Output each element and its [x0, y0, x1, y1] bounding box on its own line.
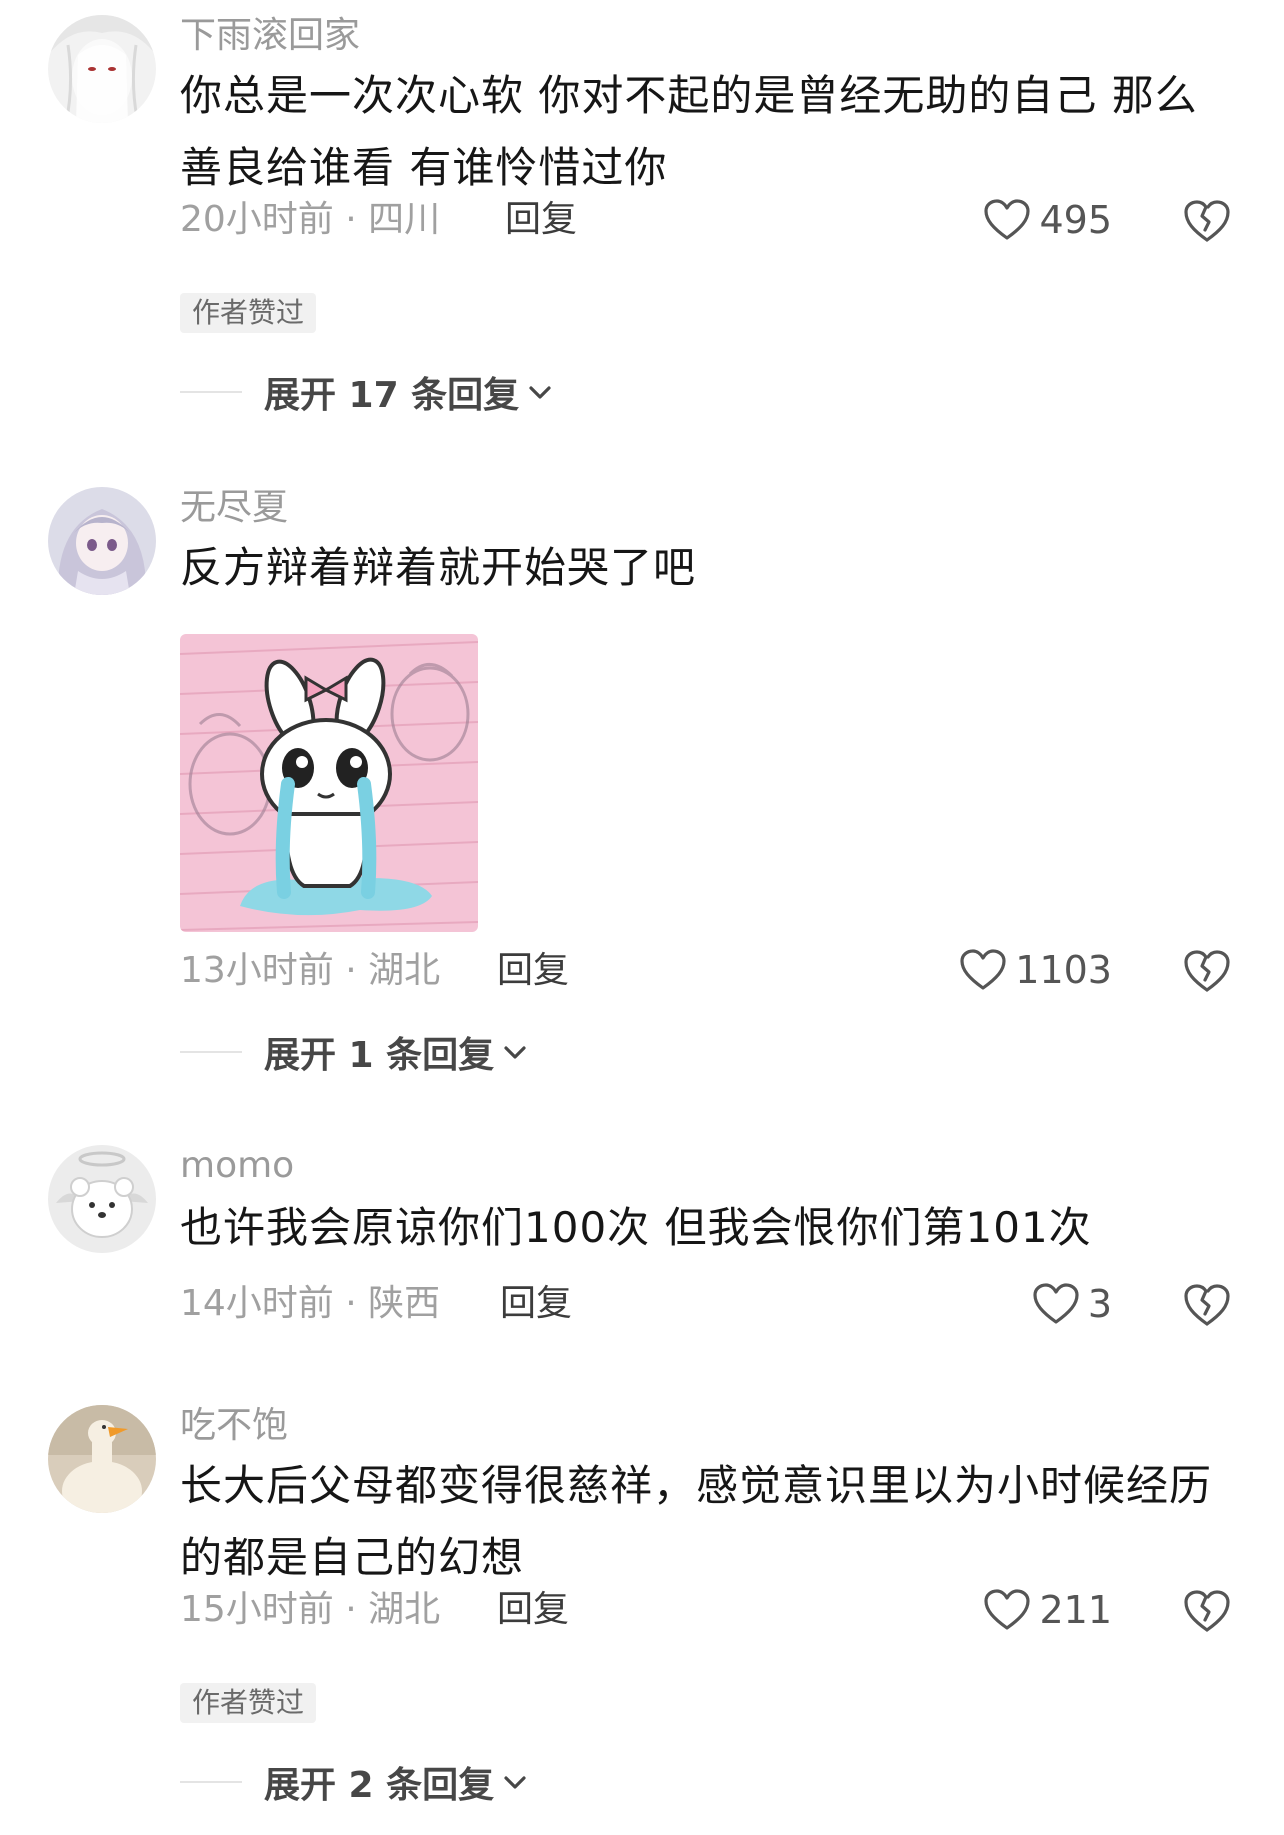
dislike-button[interactable]: [1182, 196, 1232, 246]
comment-location: 陕西: [368, 1283, 441, 1324]
divider-line: [180, 1781, 242, 1783]
comment-time: 20小时前: [180, 199, 334, 240]
chevron-down-icon: [494, 1042, 528, 1062]
heart-outline-icon: [983, 198, 1031, 242]
chevron-down-icon: [519, 382, 553, 402]
heart-outline-icon: [959, 948, 1007, 992]
comment-location: 四川: [368, 199, 441, 240]
like-count: 3: [1087, 1282, 1112, 1326]
comment-item: 无尽夏 反方辩着辩着就开始哭了吧 13小时前 · 湖北 回复 1103 展开 1…: [0, 472, 1284, 1076]
heart-outline-icon: [1032, 1282, 1080, 1326]
broken-heart-icon: [1182, 1280, 1232, 1330]
avatar[interactable]: [48, 487, 156, 595]
reply-button[interactable]: 回复: [497, 949, 569, 993]
broken-heart-icon: [1182, 946, 1232, 996]
like-button[interactable]: 3: [1032, 1280, 1112, 1328]
meta-separator: ·: [333, 199, 369, 240]
comment-meta: 13小时前 · 湖北: [180, 949, 440, 993]
expand-replies-button[interactable]: 展开 1 条回复: [180, 1028, 528, 1076]
username[interactable]: 无尽夏: [180, 486, 288, 530]
comment-item: 吃不饱 长大后父母都变得很慈祥，感觉意识里以为小时候经历的都是自己的幻想 15小…: [0, 1390, 1284, 1835]
comment-meta: 15小时前 · 湖北: [180, 1588, 440, 1632]
heart-outline-icon: [983, 1588, 1031, 1632]
expand-replies-button[interactable]: 展开 2 条回复: [180, 1758, 528, 1806]
avatar-image: [48, 15, 156, 123]
comment-time: 14小时前: [180, 1283, 334, 1324]
meta-separator: ·: [333, 1589, 369, 1630]
dislike-button[interactable]: [1182, 1280, 1232, 1330]
comment-location: 湖北: [368, 950, 441, 991]
expand-replies-button[interactable]: 展开 17 条回复: [180, 368, 553, 416]
like-count: 495: [1039, 198, 1112, 242]
reply-button[interactable]: 回复: [505, 198, 577, 242]
expand-replies-label: 展开 1 条回复: [264, 1035, 495, 1076]
chevron-down-icon: [494, 1772, 528, 1792]
dislike-button[interactable]: [1182, 946, 1232, 996]
comment-text: 长大后父母都变得很慈祥，感觉意识里以为小时候经历的都是自己的幻想: [180, 1461, 1213, 1582]
reply-button[interactable]: 回复: [497, 1588, 569, 1632]
like-count: 211: [1039, 1588, 1112, 1632]
meta-separator: ·: [333, 1283, 369, 1324]
divider-line: [180, 391, 242, 393]
avatar[interactable]: [48, 1405, 156, 1513]
broken-heart-icon: [1182, 1586, 1232, 1636]
comment-meta: 14小时前 · 陕西: [180, 1282, 440, 1326]
avatar[interactable]: [48, 1145, 156, 1253]
like-button[interactable]: 1103: [959, 946, 1112, 994]
avatar-image: [48, 1405, 156, 1513]
comment-item: momo 也许我会原谅你们100次 但我会恨你们第101次 14小时前 · 陕西…: [0, 1130, 1284, 1330]
username[interactable]: 吃不饱: [180, 1404, 288, 1448]
comment-time: 15小时前: [180, 1589, 334, 1630]
comment-time: 13小时前: [180, 950, 334, 991]
like-count: 1103: [1015, 948, 1112, 992]
comment-text: 也许我会原谅你们100次 但我会恨你们第101次: [180, 1203, 1092, 1252]
meta-separator: ·: [333, 950, 369, 991]
avatar[interactable]: [48, 15, 156, 123]
comment-text: 反方辩着辩着就开始哭了吧: [180, 543, 697, 592]
comment-location: 湖北: [368, 1589, 441, 1630]
author-liked-badge: 作者赞过: [180, 293, 317, 333]
avatar-image: [48, 1145, 156, 1253]
dislike-button[interactable]: [1182, 1586, 1232, 1636]
reply-button[interactable]: 回复: [500, 1282, 572, 1326]
expand-replies-label: 展开 17 条回复: [264, 375, 520, 416]
username[interactable]: 下雨滚回家: [180, 14, 360, 58]
author-liked-badge: 作者赞过: [180, 1683, 317, 1723]
broken-heart-icon: [1182, 196, 1232, 246]
like-button[interactable]: 495: [983, 196, 1112, 244]
divider-line: [180, 1051, 242, 1053]
username[interactable]: momo: [180, 1144, 294, 1188]
comment-meta: 20小时前 · 四川: [180, 198, 440, 242]
avatar-image: [48, 487, 156, 595]
expand-replies-label: 展开 2 条回复: [264, 1765, 495, 1806]
like-button[interactable]: 211: [983, 1586, 1112, 1634]
comment-text: 你总是一次次心软 你对不起的是曾经无助的自己 那么善良给谁看 有谁怜惜过你: [180, 71, 1198, 192]
sticker-image[interactable]: [180, 634, 478, 932]
comment-item: 下雨滚回家 你总是一次次心软 你对不起的是曾经无助的自己 那么善良给谁看 有谁怜…: [0, 0, 1284, 416]
